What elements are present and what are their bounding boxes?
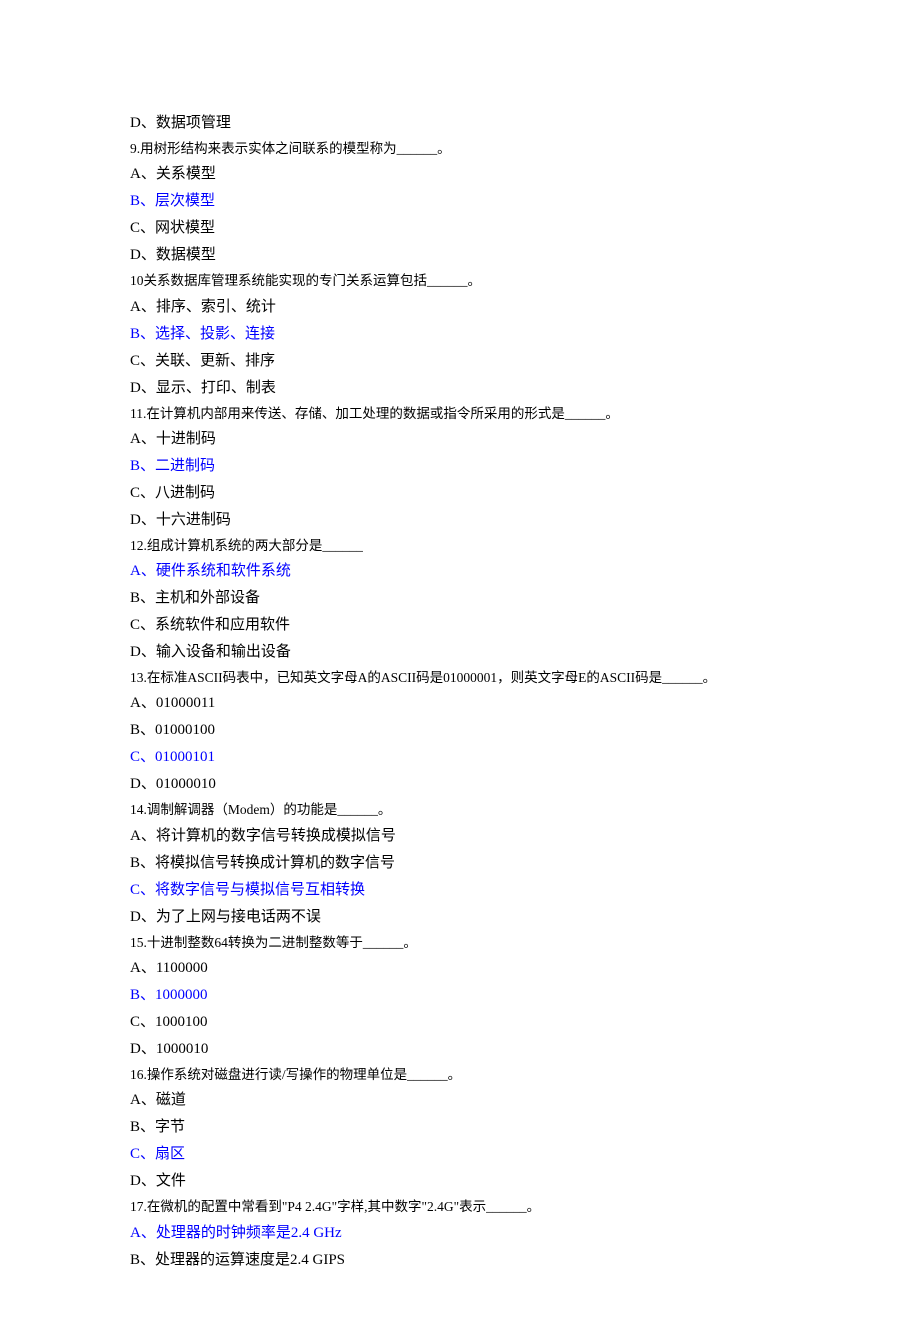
document-content: D、数据项管理9.用树形结构来表示实体之间联系的模型称为______。A、关系模… [0, 0, 920, 1334]
text-line: 16.操作系统对磁盘进行读/写操作的物理单位是______。 [130, 1063, 790, 1087]
text-line: A、关系模型 [130, 161, 790, 188]
text-line: C、将数字信号与模拟信号互相转换 [130, 877, 790, 904]
text-line: 13.在标准ASCII码表中，已知英文字母A的ASCII码是01000001，则… [130, 666, 790, 690]
text-line: C、扇区 [130, 1141, 790, 1168]
text-line: 9.用树形结构来表示实体之间联系的模型称为______。 [130, 137, 790, 161]
text-line: D、为了上网与接电话两不误 [130, 904, 790, 931]
text-line: A、硬件系统和软件系统 [130, 558, 790, 585]
text-line: B、主机和外部设备 [130, 585, 790, 612]
text-line: D、数据项管理 [130, 110, 790, 137]
text-line: 15.十进制整数64转换为二进制整数等于______。 [130, 931, 790, 955]
text-line: D、数据模型 [130, 242, 790, 269]
text-line: A、1100000 [130, 955, 790, 982]
text-line: C、01000101 [130, 744, 790, 771]
text-line: C、系统软件和应用软件 [130, 612, 790, 639]
text-line: C、关联、更新、排序 [130, 348, 790, 375]
text-line: B、01000100 [130, 717, 790, 744]
text-line: B、选择、投影、连接 [130, 321, 790, 348]
text-line: B、层次模型 [130, 188, 790, 215]
text-line: 11.在计算机内部用来传送、存储、加工处理的数据或指令所采用的形式是______… [130, 402, 790, 426]
text-line: D、文件 [130, 1168, 790, 1195]
text-line: C、网状模型 [130, 215, 790, 242]
text-line: 12.组成计算机系统的两大部分是______ [130, 534, 790, 558]
text-line: B、字节 [130, 1114, 790, 1141]
text-line: C、1000100 [130, 1009, 790, 1036]
text-line: A、排序、索引、统计 [130, 294, 790, 321]
text-line: D、显示、打印、制表 [130, 375, 790, 402]
text-line: D、十六进制码 [130, 507, 790, 534]
text-line: B、将模拟信号转换成计算机的数字信号 [130, 850, 790, 877]
text-line: A、将计算机的数字信号转换成模拟信号 [130, 823, 790, 850]
text-line: A、十进制码 [130, 426, 790, 453]
text-line: A、处理器的时钟频率是2.4 GHz [130, 1220, 790, 1247]
text-line: B、处理器的运算速度是2.4 GIPS [130, 1247, 790, 1274]
text-line: 17.在微机的配置中常看到"P4 2.4G"字样,其中数字"2.4G"表示___… [130, 1195, 790, 1219]
text-line: D、输入设备和输出设备 [130, 639, 790, 666]
text-line: C、八进制码 [130, 480, 790, 507]
text-line: 14.调制解调器（Modem）的功能是______。 [130, 798, 790, 822]
text-line: D、01000010 [130, 771, 790, 798]
text-line: D、1000010 [130, 1036, 790, 1063]
text-line: A、01000011 [130, 690, 790, 717]
text-line: B、1000000 [130, 982, 790, 1009]
text-line: A、磁道 [130, 1087, 790, 1114]
text-line: 10关系数据库管理系统能实现的专门关系运算包括______。 [130, 269, 790, 293]
text-line: B、二进制码 [130, 453, 790, 480]
